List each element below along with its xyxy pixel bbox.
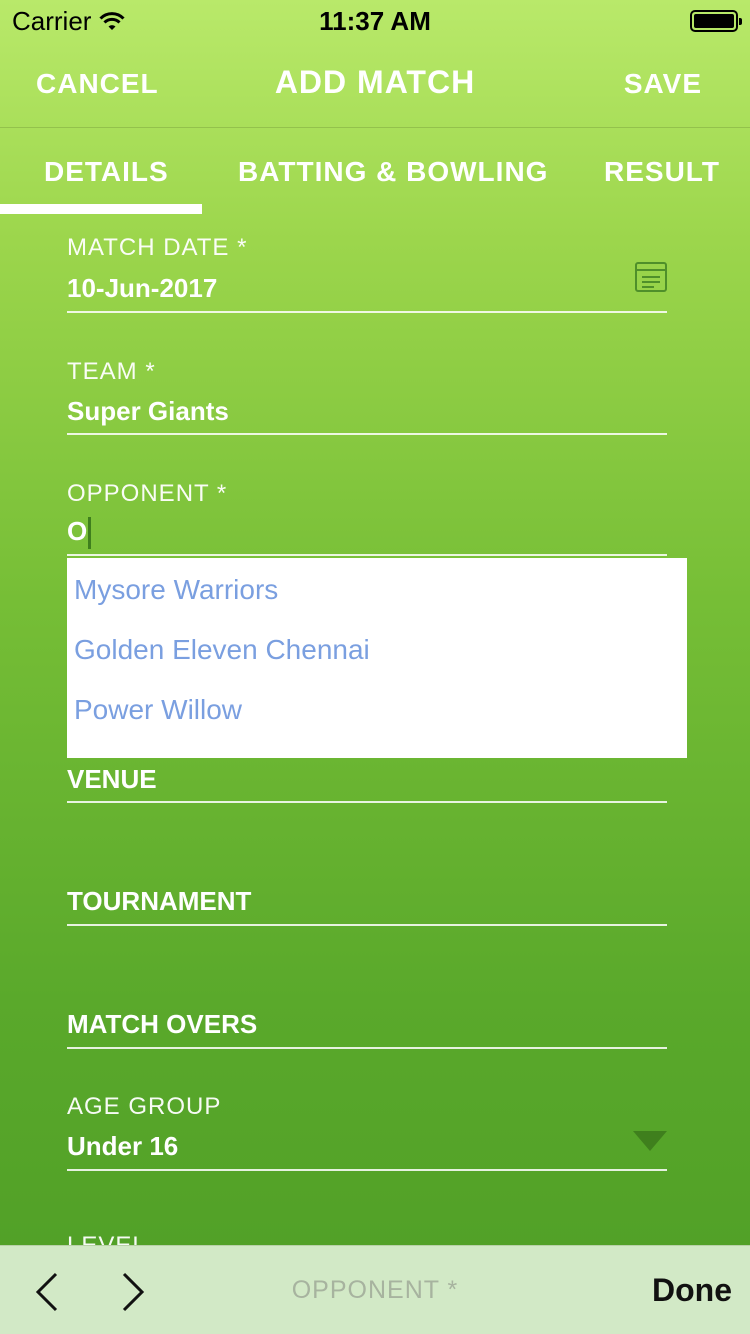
venue-placeholder: VENUE — [67, 764, 157, 794]
toolbar-field-label: OPPONENT * — [291, 1276, 459, 1304]
active-tab-indicator — [0, 204, 202, 214]
opponent-label: OPPONENT * — [67, 480, 228, 507]
age-group-label: AGE GROUP — [67, 1093, 222, 1120]
battery-icon — [690, 10, 742, 32]
suggestion-item[interactable]: Power Willow — [74, 694, 242, 726]
status-time: 11:37 AM — [319, 6, 431, 36]
age-group-field[interactable]: AGE GROUP Under 16 — [67, 1085, 667, 1171]
tab-batting-bowling[interactable]: BATTING & BOWLING — [238, 156, 548, 188]
opponent-suggestions-list: Mysore Warriors Golden Eleven Chennai Po… — [67, 558, 687, 758]
input-accessory-toolbar: OPPONENT * Done — [0, 1245, 750, 1334]
suggestion-item[interactable]: Golden Eleven Chennai — [74, 634, 370, 666]
match-date-label: MATCH DATE * — [67, 234, 248, 261]
match-overs-field[interactable]: MATCH OVERS — [67, 1003, 667, 1049]
tab-details[interactable]: DETAILS — [44, 156, 169, 188]
match-date-field[interactable]: MATCH DATE * 10-Jun-2017 — [67, 226, 667, 313]
done-button[interactable]: Done — [652, 1272, 732, 1309]
text-cursor — [88, 517, 92, 550]
team-label: TEAM * — [67, 358, 156, 385]
status-bar: Carrier 11:37 AM — [0, 0, 750, 40]
tournament-placeholder: TOURNAMENT — [67, 886, 252, 916]
level-field[interactable]: LEVEL — [67, 1232, 667, 1245]
navigation-bar: CANCEL ADD MATCH SAVE — [0, 40, 750, 128]
opponent-field[interactable]: OPPONENT * O — [67, 472, 667, 556]
opponent-input[interactable]: O — [67, 516, 87, 546]
suggestion-item[interactable]: Mysore Warriors — [74, 574, 278, 606]
age-group-value: Under 16 — [67, 1131, 179, 1161]
team-value: Super Giants — [67, 396, 229, 426]
tournament-field[interactable]: TOURNAMENT — [67, 880, 667, 926]
match-overs-placeholder: MATCH OVERS — [67, 1009, 258, 1039]
match-date-value: 10-Jun-2017 — [67, 273, 218, 303]
team-field[interactable]: TEAM * Super Giants — [67, 350, 667, 435]
venue-field[interactable]: VENUE — [67, 758, 667, 803]
save-button[interactable]: SAVE — [624, 68, 702, 100]
calendar-icon[interactable] — [635, 262, 667, 292]
tab-bar: DETAILS BATTING & BOWLING RESULT — [0, 130, 750, 214]
level-label: LEVEL — [67, 1232, 147, 1245]
dropdown-arrow-icon[interactable] — [633, 1131, 667, 1151]
tab-result[interactable]: RESULT — [604, 156, 720, 188]
